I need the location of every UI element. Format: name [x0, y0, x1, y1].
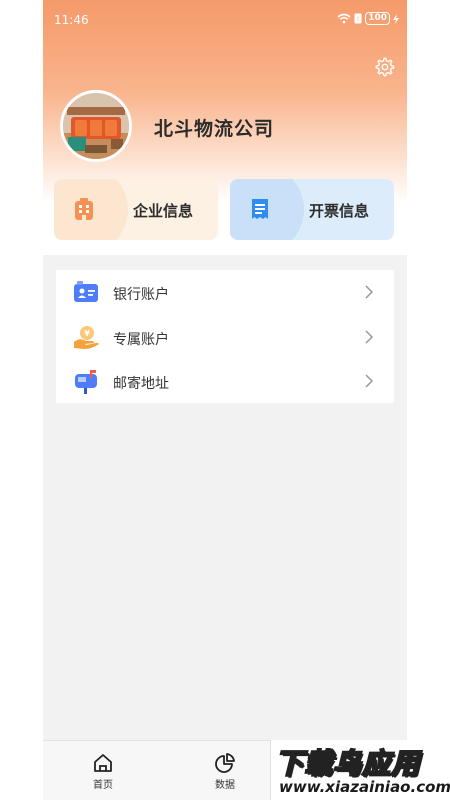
gear-icon: [375, 57, 395, 77]
account-menu-list: 银行账户 ¥ 专属账户 邮寄地址: [56, 270, 394, 403]
watermark-title: 下载鸟应用: [274, 746, 421, 781]
mailbox-icon: [75, 370, 97, 394]
svg-text:¥: ¥: [84, 329, 90, 338]
company-avatar[interactable]: [60, 90, 132, 162]
watermark-url: www.xiazainiao.com: [279, 778, 450, 796]
menu-item-bank-account[interactable]: 银行账户: [56, 270, 394, 315]
chevron-right-icon: [365, 329, 374, 344]
chevron-right-icon: [365, 374, 374, 388]
logistics-image: [63, 93, 129, 159]
menu-label-mailing-address: 邮寄地址: [113, 375, 169, 391]
nav-tab-data[interactable]: 数据: [185, 741, 265, 800]
hand-coin-icon: ¥: [74, 325, 99, 349]
invoice-info-label: 开票信息: [309, 203, 370, 220]
battery-indicator: 100: [365, 12, 390, 25]
status-bar: 11:46 ! 100: [43, 0, 407, 38]
pie-chart-icon: [215, 753, 235, 773]
building-icon: [75, 198, 93, 220]
bank-card-icon: [74, 281, 98, 302]
nav-tab-home[interactable]: 首页: [63, 741, 143, 800]
app-screen: 11:46 ! 100 北斗物流公司 企业信息 开票信息 银行账户 ¥ 专属账户…: [43, 0, 407, 800]
receipt-icon: [252, 199, 268, 219]
enterprise-info-card[interactable]: 企业信息: [54, 179, 218, 240]
company-name: 北斗物流公司: [154, 119, 275, 140]
enterprise-info-label: 企业信息: [133, 203, 194, 220]
charging-icon: [393, 13, 399, 24]
svg-text:!: !: [357, 16, 359, 23]
menu-item-mailing-address[interactable]: 邮寄地址: [56, 359, 394, 404]
nav-label-home: 首页: [93, 780, 113, 791]
chevron-right-icon: [365, 285, 374, 299]
menu-label-bank-account: 银行账户: [113, 286, 169, 302]
home-icon: [94, 754, 112, 772]
status-icons: ! 100: [337, 12, 399, 25]
wifi-icon: [337, 13, 351, 24]
nav-label-data: 数据: [215, 780, 235, 791]
menu-label-exclusive-account: 专属账户: [113, 330, 169, 347]
status-time: 11:46: [54, 13, 89, 27]
sim-icon: !: [354, 13, 362, 24]
menu-item-exclusive-account[interactable]: ¥ 专属账户: [56, 315, 394, 360]
settings-button[interactable]: [373, 56, 395, 78]
invoice-info-card[interactable]: 开票信息: [230, 179, 394, 240]
site-watermark: 下载鸟应用 www.xiazainiao.com: [270, 740, 450, 800]
